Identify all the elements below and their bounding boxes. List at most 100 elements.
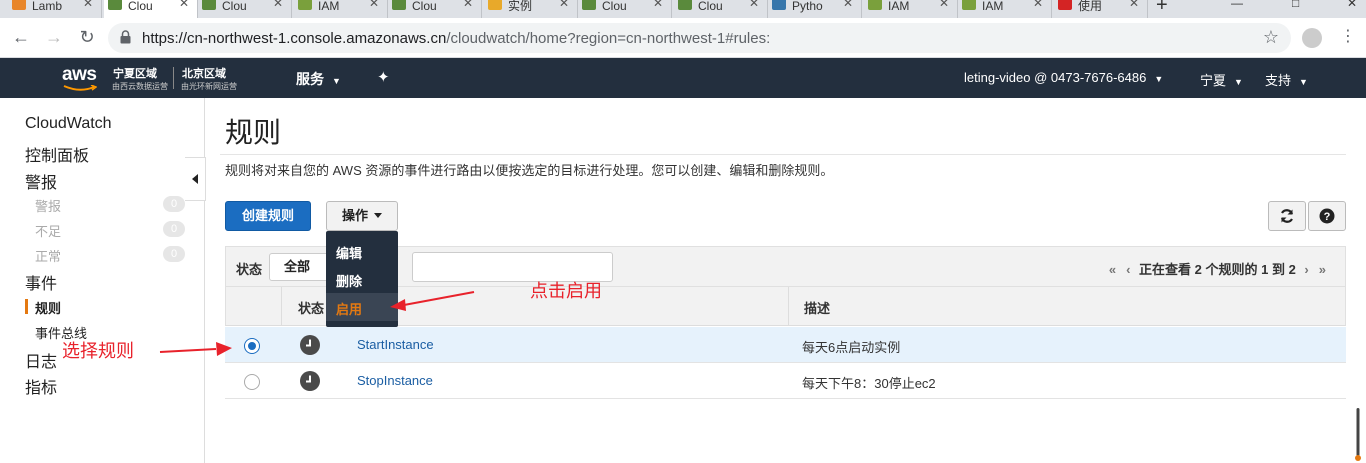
services-menu[interactable]: 服务 ▼ <box>296 69 341 89</box>
browser-menu-icon[interactable]: ⋮ <box>1340 26 1356 46</box>
maximize-icon[interactable]: □ <box>1292 0 1299 10</box>
browser-tab-label: Pytho <box>792 0 823 13</box>
refresh-icon <box>1280 209 1294 223</box>
sidebar-item-dashboards[interactable]: 控制面板 <box>25 142 89 166</box>
browser-tab[interactable]: IAM ✕ <box>958 0 1052 18</box>
browser-tab-label: Lamb <box>32 0 63 13</box>
tab-close-icon[interactable]: ✕ <box>653 0 663 9</box>
actions-button[interactable]: 操作 <box>326 201 398 231</box>
insufficient-count-badge: 0 <box>163 221 185 237</box>
close-window-icon[interactable]: ✕ <box>1347 0 1357 10</box>
reload-icon[interactable]: ↻ <box>76 27 98 48</box>
browser-tab[interactable]: Lamb ✕ <box>8 0 102 18</box>
browser-tab-label: Clou <box>602 0 627 13</box>
status-filter-select[interactable]: 全部 <box>269 253 329 281</box>
create-rule-button[interactable]: 创建规则 <box>225 201 311 231</box>
sidebar-item-ok[interactable]: 正常 <box>35 246 61 265</box>
last-page-icon[interactable]: » <box>1319 262 1326 277</box>
pagination: « ‹ 正在查看 2 个规则的 1 到 2 › » <box>1104 259 1331 278</box>
tab-close-icon[interactable]: ✕ <box>463 0 473 9</box>
sidebar-collapse-button[interactable] <box>185 157 206 201</box>
profile-avatar[interactable] <box>1302 28 1322 48</box>
first-page-icon[interactable]: « <box>1109 262 1116 277</box>
tab-close-icon[interactable]: ✕ <box>369 0 379 9</box>
rule-name-link[interactable]: StartInstance <box>357 337 434 352</box>
menu-item-edit[interactable]: 编辑 <box>336 243 362 262</box>
col-description-header[interactable]: 描述 <box>804 298 830 317</box>
browser-tab[interactable]: Clou ✕ <box>388 0 482 18</box>
tab-close-icon[interactable]: ✕ <box>939 0 949 9</box>
sidebar-item-metrics[interactable]: 指标 <box>25 374 57 398</box>
browser-tab[interactable]: 实例 ✕ <box>484 0 578 18</box>
clock-icon <box>300 335 320 355</box>
alarm-count-badge: 0 <box>163 196 185 212</box>
col-status-header[interactable]: 状态 <box>298 298 324 317</box>
cloudwatch-icon <box>392 0 406 10</box>
sidebar-item-logs[interactable]: 日志 <box>25 348 57 372</box>
tab-close-icon[interactable]: ✕ <box>1129 0 1139 9</box>
tab-close-icon[interactable]: ✕ <box>559 0 569 9</box>
tab-close-icon[interactable]: ✕ <box>83 0 93 9</box>
tab-close-icon[interactable]: ✕ <box>749 0 759 9</box>
browser-tab[interactable]: Pytho ✕ <box>768 0 862 18</box>
region-separator <box>173 67 174 89</box>
browser-tab[interactable]: Clou ✕ <box>674 0 768 18</box>
account-menu[interactable]: leting-video @ 0473-7676-6486 ▼ <box>964 70 1163 85</box>
row-radio[interactable] <box>244 374 260 390</box>
tab-close-icon[interactable]: ✕ <box>179 0 189 9</box>
browser-tab[interactable]: Clou ✕ <box>578 0 672 18</box>
tab-close-icon[interactable]: ✕ <box>1033 0 1043 9</box>
browser-tab[interactable]: Clou ✕ <box>198 0 292 18</box>
browser-tab-label: Clou <box>222 0 247 13</box>
chevron-down-icon: ▼ <box>1154 74 1164 84</box>
region-beijing-title[interactable]: 北京区域 <box>182 65 226 81</box>
iam-icon <box>298 0 312 10</box>
row-radio[interactable] <box>244 338 260 354</box>
browser-tab-label: IAM <box>888 0 910 13</box>
tab-close-icon[interactable]: ✕ <box>843 0 853 9</box>
prev-page-icon[interactable]: ‹ <box>1126 262 1130 277</box>
pin-icon[interactable]: ✦ <box>377 68 390 86</box>
menu-item-enable[interactable]: 启用 <box>336 299 362 318</box>
sidebar-item-cloudwatch[interactable]: CloudWatch <box>25 115 112 133</box>
ec2-icon <box>488 0 502 10</box>
browser-tab[interactable]: IAM ✕ <box>294 0 388 18</box>
filter-status-label: 状态 <box>236 262 263 277</box>
bookmark-star-icon[interactable]: ☆ <box>1263 27 1279 48</box>
sidebar-item-alarms[interactable]: 警报 <box>25 169 57 193</box>
cloudwatch-icon <box>108 0 122 10</box>
sidebar-item-rules[interactable]: 规则 <box>35 298 61 317</box>
sidebar-item-alarm-state[interactable]: 警报 <box>35 196 61 215</box>
browser-tab[interactable]: Clou ✕ <box>104 0 198 18</box>
refresh-button[interactable] <box>1268 201 1306 231</box>
help-button[interactable]: ? <box>1308 201 1346 231</box>
sidebar-item-insufficient[interactable]: 不足 <box>35 221 61 240</box>
cloudwatch-icon <box>678 0 692 10</box>
chevron-down-icon: ▼ <box>1234 77 1243 87</box>
address-bar-row: ← → ↻ https://cn-northwest-1.console.ama… <box>0 18 1366 58</box>
new-tab-button[interactable]: + <box>1156 0 1168 17</box>
omnibox[interactable]: https://cn-northwest-1.console.amazonaws… <box>108 23 1291 53</box>
chevron-down-icon: ▼ <box>1299 77 1308 87</box>
back-icon[interactable]: ← <box>10 27 32 48</box>
region-ningxia-sub: 由西云数据运营 <box>112 82 168 91</box>
csdn-icon <box>1058 0 1072 10</box>
pagination-text: 正在查看 2 个规则的 1 到 2 <box>1139 262 1296 277</box>
iam-icon <box>962 0 976 10</box>
support-menu[interactable]: 支持 ▼ <box>1265 70 1308 89</box>
tab-close-icon[interactable]: ✕ <box>273 0 283 9</box>
table-row[interactable]: StartInstance 每天6点启动实例 <box>225 327 1346 363</box>
region-ningxia-title[interactable]: 宁夏区域 <box>113 65 157 81</box>
next-page-icon[interactable]: › <box>1304 262 1308 277</box>
aws-logo[interactable]: aws <box>62 64 97 86</box>
rule-name-link[interactable]: StopInstance <box>357 373 433 388</box>
region-select[interactable]: 宁夏 ▼ <box>1200 70 1243 89</box>
table-row[interactable]: StopInstance 每天下午8：30停止ec2 <box>225 363 1346 399</box>
forward-icon[interactable]: → <box>43 27 65 48</box>
menu-item-delete[interactable]: 删除 <box>336 271 362 290</box>
browser-tab[interactable]: 使用 ✕ <box>1054 0 1148 18</box>
browser-tab[interactable]: IAM ✕ <box>864 0 958 18</box>
sidebar-item-events[interactable]: 事件 <box>25 270 57 294</box>
rule-description: 每天下午8：30停止ec2 <box>802 376 936 391</box>
minimize-icon[interactable]: — <box>1231 0 1243 10</box>
